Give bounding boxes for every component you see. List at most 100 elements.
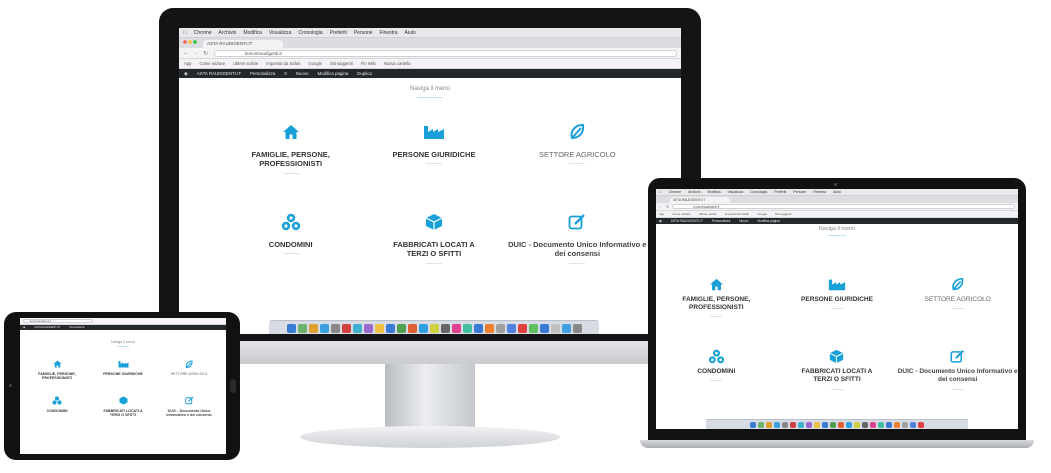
wp-logo-icon[interactable]: ◉ — [23, 326, 25, 329]
menu-aiuto[interactable]: Aiuto — [833, 190, 841, 194]
menu-preferiti[interactable]: Preferiti — [330, 30, 347, 36]
menu-finestra[interactable]: Finestra — [379, 30, 397, 36]
nav-underline — [117, 346, 129, 347]
category-item[interactable]: PERSONE GIURIDICHE — [362, 120, 505, 174]
imac-stand-neck — [385, 364, 475, 434]
bookmark[interactable]: App — [184, 61, 191, 66]
wp-new[interactable]: Nuovo — [296, 71, 309, 76]
wp-customize[interactable]: Personalizza — [250, 71, 275, 76]
reload-icon[interactable]: ↻ — [666, 204, 669, 209]
category-item[interactable]: FABBRICATI LOCATI A TERZI O SFITTI — [90, 395, 156, 418]
category-underline — [282, 253, 299, 255]
bookmark[interactable]: Siti suggeriti — [330, 61, 353, 66]
apple-icon[interactable]:  — [183, 30, 187, 36]
forward-icon[interactable]: → — [193, 50, 199, 56]
menu-modifica[interactable]: Modifica — [708, 190, 721, 194]
menu-archivio[interactable]: Archivio — [688, 190, 700, 194]
bookmark[interactable]: App — [659, 212, 664, 216]
wp-edit-page[interactable]: Modifica pagina — [757, 219, 779, 223]
bookmark[interactable]: Ultime notizie — [233, 61, 258, 66]
imac-chin — [159, 341, 701, 364]
category-item[interactable]: FABBRICATI LOCATI A TERZI O SFITTI — [777, 347, 898, 390]
menu-visualizza[interactable]: Visualizza — [728, 190, 744, 194]
wp-customize[interactable]: Personalizza — [69, 326, 84, 329]
category-underline — [830, 388, 843, 390]
menu-persone[interactable]: Persone — [354, 30, 373, 36]
bookmark[interactable]: Fin Wiki — [361, 61, 376, 66]
menu-chrome[interactable]: Chrome — [194, 30, 212, 36]
menu-cronologia[interactable]: Cronologia — [298, 30, 322, 36]
menu-chrome[interactable]: Chrome — [669, 190, 681, 194]
menu-aiuto[interactable]: Aiuto — [405, 30, 416, 36]
category-item[interactable]: DUIC - Documento Unico Informativo e dei… — [506, 210, 649, 264]
category-item[interactable]: FABBRICATI LOCATI A TERZI O SFITTI — [362, 210, 505, 264]
menu-persone[interactable]: Persone — [793, 190, 806, 194]
macbook-screen:  Chrome Archivio Modifica Visualizza Cr… — [656, 189, 1018, 429]
apple-icon[interactable]:  — [659, 190, 662, 194]
menu-preferiti[interactable]: Preferiti — [774, 190, 786, 194]
wp-new[interactable]: Nuovo — [739, 219, 748, 223]
category-label: DUIC - Documento Unico Informativo e dei… — [897, 368, 1018, 384]
bookmark[interactable]: Ultime notizie — [699, 212, 717, 216]
tab-active[interactable]: ASTA RAUDIGENTI.IT — [203, 40, 283, 48]
bookmark[interactable]: Importati da Safari — [266, 61, 300, 66]
back-icon[interactable]: ← — [183, 50, 189, 56]
wp-logo-icon[interactable]: ◉ — [659, 219, 662, 223]
nav-underline — [828, 235, 846, 236]
category-item[interactable]: CONDOMINI — [219, 210, 362, 264]
traffic-lights[interactable] — [183, 40, 197, 44]
nav-title: Naviga il menù — [818, 226, 856, 232]
imac-screen:  Chrome Archivio Modifica Visualizza Cr… — [179, 28, 681, 334]
bookmarks-bar: App Come iniziare Ultime notizie Importa… — [656, 211, 1018, 218]
category-label: SETTORE AGRICOLO — [924, 296, 991, 303]
mac-dock — [706, 419, 968, 429]
category-item[interactable]: SETTORE AGRICOLO — [506, 120, 649, 174]
category-item[interactable]: FAMIGLIE, PERSONE, PROFESSIONISTI — [656, 275, 777, 318]
url-input[interactable]: lemontraudigenti.it — [672, 204, 1015, 209]
bookmark[interactable]: Google — [308, 61, 322, 66]
menu-archivio[interactable]: Archivio — [219, 30, 237, 36]
url-input[interactable]: lemontraudigenti.it — [214, 49, 677, 57]
category-item[interactable]: SETTORE AGRICOLO — [156, 358, 222, 381]
menu-cronologia[interactable]: Cronologia — [750, 190, 767, 194]
wp-duplicate[interactable]: Duplica — [357, 71, 372, 76]
url-input[interactable]: lemontraudigenti.it — [23, 319, 93, 323]
back-icon[interactable]: ← — [659, 204, 663, 209]
bookmark[interactable]: Google — [757, 212, 767, 216]
category-item[interactable]: FAMIGLIE, PERSONE, PROFESSIONISTI — [24, 358, 90, 381]
bookmark[interactable]: Come iniziare — [199, 61, 225, 66]
nav-title: Naviga il menù — [410, 86, 450, 92]
category-item[interactable]: DUIC - Documento Unico Informativo e dei… — [156, 395, 222, 418]
wp-comments[interactable]: 0 — [284, 71, 286, 76]
category-item[interactable]: SETTORE AGRICOLO — [897, 275, 1018, 317]
bookmark[interactable]: Nuova cartella — [384, 61, 411, 66]
camera-icon — [9, 384, 12, 387]
category-item[interactable]: DUIC - Documento Unico Informativo e dei… — [897, 347, 1018, 390]
wp-edit-page[interactable]: Modifica pagina — [317, 71, 348, 76]
bookmark[interactable]: Siti suggeriti — [775, 212, 791, 216]
category-label: SETTORE AGRICOLO — [170, 372, 208, 376]
home-button-icon[interactable] — [230, 379, 236, 393]
wp-site-name[interactable]: ASTA RAUDIGENTI.IT — [34, 326, 60, 329]
category-item[interactable]: PERSONE GIURIDICHE — [777, 275, 898, 317]
category-item[interactable]: CONDOMINI — [24, 395, 90, 418]
menu-modifica[interactable]: Modifica — [243, 30, 262, 36]
category-item[interactable]: FAMIGLIE, PERSONE, PROFESSIONISTI — [219, 120, 362, 174]
reload-icon[interactable]: ↻ — [203, 50, 208, 57]
wp-site-name[interactable]: ASTA RAUDIGENTI.IT — [671, 219, 703, 223]
menu-finestra[interactable]: Finestra — [813, 190, 826, 194]
bookmark[interactable]: Come iniziare — [672, 212, 690, 216]
wp-logo-icon[interactable]: ◉ — [184, 71, 188, 77]
wp-customize[interactable]: Personalizza — [712, 219, 730, 223]
factory-icon — [118, 358, 129, 370]
menu-visualizza[interactable]: Visualizza — [269, 30, 291, 36]
category-item[interactable]: CONDOMINI — [656, 347, 777, 389]
wp-site-name[interactable]: ASTA RAUDIGENTI.IT — [197, 71, 241, 76]
address-bar-row: ← → ↻ lemontraudigenti.it — [179, 48, 681, 59]
tablet-device: lemontraudigenti.it ◉ ASTA RAUDIGENTI.IT… — [4, 312, 240, 460]
bookmark[interactable]: Importati da Safari — [725, 212, 750, 216]
tab-bar: ASTA RAUDIGENTI.IT — [179, 38, 681, 48]
tab-active[interactable]: ASTA RAUDIGENTI.IT — [670, 197, 730, 203]
bookmarks-bar: App Come iniziare Ultime notizie Importa… — [179, 59, 681, 69]
category-item[interactable]: PERSONE GIURIDICHE — [90, 358, 156, 381]
